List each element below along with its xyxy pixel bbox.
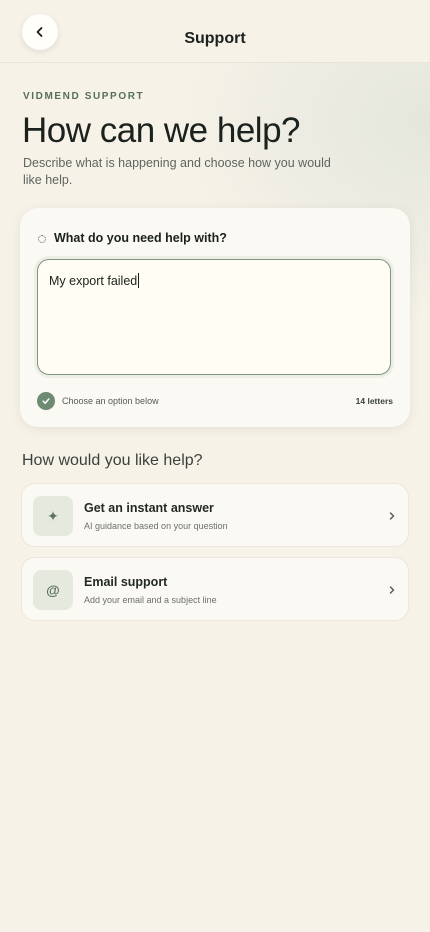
page-subtitle: Describe what is happening and choose ho… xyxy=(23,156,331,187)
chevron-right-icon xyxy=(389,512,395,520)
option-subtitle: AI guidance based on your question xyxy=(84,521,228,531)
options-section-title: How would you like help? xyxy=(22,452,203,469)
brand-eyebrow: VIDMEND SUPPORT xyxy=(23,91,145,102)
option-title: Get an instant answer xyxy=(84,501,214,515)
chevron-right-icon xyxy=(389,586,395,594)
option-subtitle: Add your email and a subject line xyxy=(84,595,217,605)
help-description-value: My export failed xyxy=(49,274,138,288)
loading-dot-icon xyxy=(38,235,46,243)
question-label: What do you need help with? xyxy=(54,231,227,245)
sparkle-icon: ✦ xyxy=(33,496,73,536)
email-support-option[interactable]: @ Email support Add your email and a sub… xyxy=(21,557,409,621)
instant-answer-option[interactable]: ✦ Get an instant answer AI guidance base… xyxy=(21,483,409,547)
at-sign-icon: @ xyxy=(33,570,73,610)
option-title: Email support xyxy=(84,575,168,589)
top-bar: Support xyxy=(0,0,430,63)
text-caret xyxy=(138,273,140,288)
question-card: What do you need help with? My export fa… xyxy=(20,208,410,427)
page-title: How can we help? xyxy=(22,111,301,150)
page-header-title: Support xyxy=(184,30,246,47)
check-icon xyxy=(37,392,55,410)
help-description-input[interactable]: My export failed xyxy=(37,259,391,375)
choose-option-hint: Choose an option below xyxy=(62,396,159,406)
letter-count: 14 letters xyxy=(355,396,393,406)
